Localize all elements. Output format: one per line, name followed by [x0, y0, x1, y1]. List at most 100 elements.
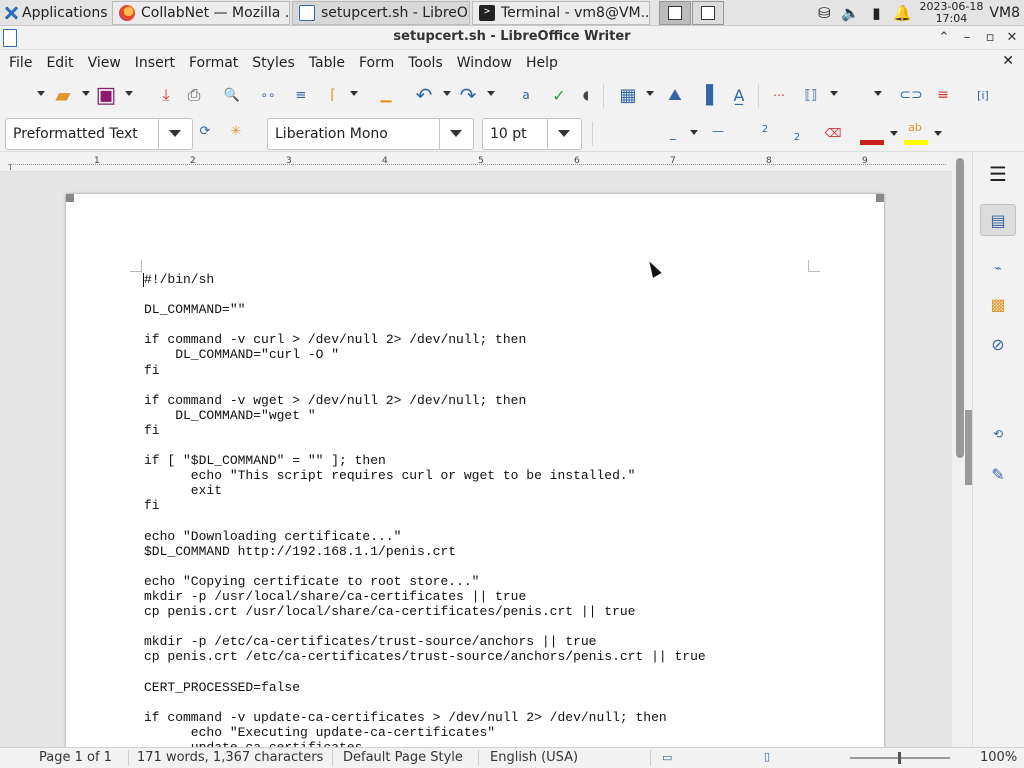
print-preview-icon[interactable]: 🔍: [221, 84, 243, 106]
insert-mode-icon[interactable]: ▭: [662, 751, 672, 764]
gallery-panel-icon[interactable]: ▩: [980, 288, 1016, 320]
underline-icon[interactable]: _: [662, 122, 684, 144]
notifications-bell-icon[interactable]: 🔔: [889, 0, 915, 26]
page-style-status[interactable]: Default Page Style: [343, 750, 463, 765]
chevron-down-icon[interactable]: [439, 119, 473, 149]
menu-table[interactable]: Table: [302, 55, 352, 71]
insert-footnote-icon[interactable]: ≡: [932, 84, 954, 106]
undo-icon[interactable]: ↶: [413, 83, 435, 107]
insert-field-dropdown-icon[interactable]: [830, 91, 838, 96]
chevron-down-icon[interactable]: [158, 119, 192, 149]
highlight-dropdown-icon[interactable]: [934, 131, 942, 136]
menu-styles[interactable]: Styles: [245, 55, 301, 71]
insert-textbox-icon[interactable]: A̲: [728, 84, 750, 106]
menu-format[interactable]: Format: [182, 55, 245, 71]
zoom-slider-knob[interactable]: [898, 752, 901, 764]
new-style-icon[interactable]: ✳: [225, 120, 247, 142]
horizontal-ruler[interactable]: 1 2 3 4 5 6 7 8 9: [0, 152, 952, 172]
scrollbar-thumb[interactable]: [956, 158, 964, 458]
font-color-dropdown-icon[interactable]: [890, 131, 898, 136]
strikethrough-icon[interactable]: —: [707, 120, 729, 142]
find-replace-icon[interactable]: ∘∘: [257, 84, 279, 106]
formatting-marks-dropdown-icon[interactable]: [350, 91, 358, 96]
workspace-2-button[interactable]: [692, 1, 724, 25]
document-canvas[interactable]: #!/bin/sh DL_COMMAND="" if command -v curl…: [0, 172, 952, 747]
menu-help[interactable]: Help: [519, 55, 565, 71]
close-document-icon[interactable]: ✕: [1002, 53, 1014, 69]
menu-edit[interactable]: Edit: [39, 55, 80, 71]
insert-image-icon[interactable]: ⛰: [664, 84, 686, 106]
insert-table-icon[interactable]: ▦: [617, 84, 639, 106]
menu-file[interactable]: File: [2, 55, 39, 71]
properties-panel-icon[interactable]: ▤: [980, 204, 1016, 236]
redo-icon[interactable]: ↷: [457, 83, 479, 107]
clone-formatting-icon[interactable]: ▁: [375, 84, 397, 106]
save-icon[interactable]: ▣: [95, 83, 117, 108]
document-page[interactable]: #!/bin/sh DL_COMMAND="" if command -v curl…: [66, 194, 884, 747]
subscript-icon[interactable]: 2: [786, 126, 808, 148]
language-status[interactable]: English (USA): [490, 750, 578, 765]
sidebar-resize-handle[interactable]: [965, 410, 972, 485]
pilcrow-icon[interactable]: ◖: [575, 84, 597, 106]
document-text[interactable]: #!/bin/sh DL_COMMAND="" if command -v curl…: [144, 272, 706, 747]
volume-icon[interactable]: 🔈: [837, 0, 863, 26]
highlight-icon[interactable]: ab: [904, 116, 926, 138]
battery-icon[interactable]: ▮: [863, 0, 889, 26]
update-style-icon[interactable]: ⟳: [194, 120, 216, 142]
close-window-button[interactable]: ✕: [1002, 28, 1022, 48]
chevron-down-icon[interactable]: [547, 119, 581, 149]
insert-field-icon[interactable]: ⟦⟧: [800, 84, 822, 106]
special-character-dropdown-icon[interactable]: [874, 91, 882, 96]
insert-hyperlink-icon[interactable]: ⊂⊃: [899, 84, 922, 106]
insert-comment-icon[interactable]: [i]: [972, 84, 994, 106]
spellcheck-icon[interactable]: ✓: [548, 84, 570, 106]
sidebar-menu-icon[interactable]: ☰: [980, 158, 1016, 190]
navigator-panel-icon[interactable]: ⊘: [980, 328, 1016, 360]
taskbar-item-terminal[interactable]: > Terminal - vm8@VM...: [472, 1, 650, 25]
spelling-icon[interactable]: ≡: [290, 84, 312, 106]
underline-dropdown-icon[interactable]: [690, 130, 698, 135]
insert-table-dropdown-icon[interactable]: [646, 91, 654, 96]
find-icon[interactable]: a: [515, 84, 537, 106]
vertical-scrollbar[interactable]: [952, 152, 972, 747]
taskbar-item-writer[interactable]: setupcert.sh - LibreO...: [292, 1, 470, 25]
single-page-view-icon[interactable]: ▯: [764, 750, 770, 763]
new-document-dropdown-icon[interactable]: [37, 91, 45, 96]
redo-dropdown-icon[interactable]: [487, 91, 495, 96]
undo-dropdown-icon[interactable]: [443, 91, 451, 96]
font-size-combo[interactable]: 10 pt: [482, 118, 582, 150]
font-color-icon[interactable]: [860, 120, 882, 142]
clear-formatting-icon[interactable]: ⌫: [822, 122, 844, 144]
open-dropdown-icon[interactable]: [82, 91, 90, 96]
insert-chart-icon[interactable]: ▐: [695, 84, 717, 106]
menu-window[interactable]: Window: [450, 55, 519, 71]
page-count-status[interactable]: Page 1 of 1: [39, 750, 112, 765]
menu-tools[interactable]: Tools: [401, 55, 450, 71]
print-icon[interactable]: ⎙: [183, 84, 205, 106]
font-name-combo[interactable]: Liberation Mono: [267, 118, 474, 150]
save-dropdown-icon[interactable]: [125, 91, 133, 96]
user-menu[interactable]: VM8: [987, 5, 1024, 21]
page-panel-icon[interactable]: ⌁: [980, 252, 1016, 284]
network-icon[interactable]: ⛁: [811, 0, 837, 26]
export-pdf-icon[interactable]: ⤓: [155, 84, 177, 106]
paragraph-style-combo[interactable]: Preformatted Text: [5, 118, 193, 150]
insert-page-break-icon[interactable]: ⋯: [768, 84, 790, 106]
superscript-icon[interactable]: 2: [754, 118, 776, 140]
formatting-marks-icon[interactable]: ⌈: [322, 84, 344, 106]
open-folder-icon[interactable]: ▰: [52, 83, 74, 107]
maximize-button[interactable]: ▫: [980, 28, 1000, 48]
shade-window-button[interactable]: ⌃: [934, 28, 954, 48]
applications-menu-button[interactable]: Applications ⋮: [0, 0, 127, 26]
manage-changes-panel-icon[interactable]: ✎: [980, 458, 1016, 490]
ruler-left-margin-marker[interactable]: [10, 164, 11, 170]
workspace-1-button[interactable]: [659, 1, 691, 25]
style-inspector-panel-icon[interactable]: ⟲: [980, 418, 1016, 450]
minimize-button[interactable]: –: [957, 28, 977, 48]
taskbar-item-firefox[interactable]: CollabNet — Mozilla ...: [112, 1, 290, 25]
menu-insert[interactable]: Insert: [128, 55, 182, 71]
clock[interactable]: 2023-06-18 17:04: [915, 1, 987, 25]
menu-view[interactable]: View: [81, 55, 128, 71]
word-count-status[interactable]: 171 words, 1,367 characters: [137, 750, 323, 765]
menu-form[interactable]: Form: [352, 55, 401, 71]
